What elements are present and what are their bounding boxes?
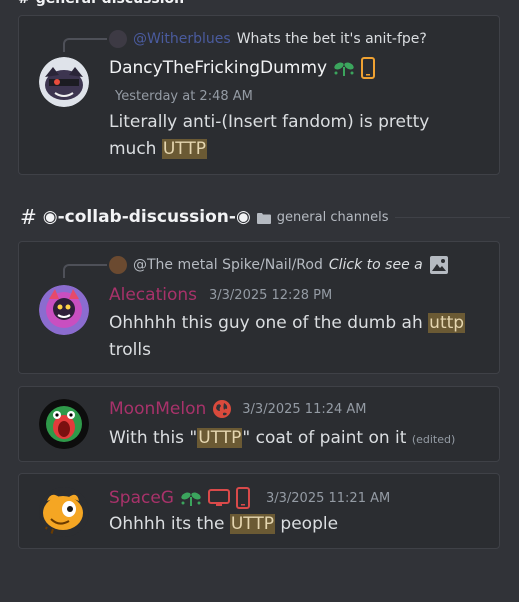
message-card: SpaceG 3/3/2025 11:21 AM Ohhhh its the U… — [18, 473, 500, 549]
image-icon — [429, 255, 449, 275]
message-text-segment: Ohhhhh this guy one of the dumb ah — [109, 313, 429, 333]
message-line: much UTTP — [109, 136, 429, 163]
reply-avatar — [109, 256, 127, 274]
message-header: MoonMelon 3/3/2025 11:24 AM — [109, 399, 367, 419]
message-card: @Witherblues Whats the bet it's anit-fpe… — [18, 15, 500, 175]
mobile-icon — [235, 487, 250, 509]
channel-header-top: # general-discussion — [18, 0, 184, 7]
message-text-segment: much — [109, 139, 162, 159]
sprout-icon — [333, 58, 355, 78]
message-line: Literally anti-(Insert fandom) is pretty — [109, 109, 429, 136]
category-name[interactable]: general channels — [277, 210, 389, 225]
message-header: DancyTheFrickingDummy — [109, 57, 376, 79]
reply-text: Whats the bet it's anit-fpe? — [236, 31, 427, 47]
timestamp[interactable]: Yesterday at 2:48 AM — [115, 89, 253, 104]
hash-icon: # — [20, 205, 37, 229]
edited-label: (edited) — [411, 433, 456, 446]
message-text-segment: " coat of paint on it — [242, 428, 412, 448]
mobile-icon — [361, 57, 376, 79]
search-highlight: uttp — [428, 313, 466, 333]
message-card: MoonMelon 3/3/2025 11:24 AM With this "U… — [18, 386, 500, 462]
reply-avatar — [109, 30, 127, 48]
search-highlight: UTTP — [161, 139, 208, 159]
reply-connector — [63, 264, 107, 278]
channel-name-top[interactable]: general-discussion — [36, 0, 184, 7]
message-line: Ohhhhh this guy one of the dumb ah uttp — [109, 310, 466, 337]
timestamp[interactable]: 3/3/2025 11:24 AM — [242, 402, 366, 417]
channel-name[interactable]: ◉-collab-discussion-◉ — [43, 207, 251, 227]
avatar[interactable] — [39, 285, 89, 335]
search-highlight: UTTP — [197, 428, 243, 448]
message-text: Literally anti-(Insert fandom) is pretty… — [109, 109, 429, 163]
reply-preview[interactable]: @The metal Spike/Nail/Rod Click to see a — [109, 255, 449, 275]
timestamp[interactable]: 3/3/2025 12:28 PM — [209, 288, 332, 303]
message-text: Ohhhhh this guy one of the dumb ah uttp … — [109, 310, 466, 364]
author-name[interactable]: DancyTheFrickingDummy — [109, 58, 327, 78]
message-header: Alecations 3/3/2025 12:28 PM — [109, 285, 332, 305]
message-text-segment: Literally anti-(Insert fandom) is pretty — [109, 112, 430, 132]
search-highlight: UTTP — [229, 514, 276, 534]
hash-icon: # — [18, 0, 30, 7]
avatar[interactable] — [39, 57, 89, 107]
message-text: With this "UTTP" coat of paint on it (ed… — [109, 425, 455, 453]
avatar[interactable] — [39, 399, 89, 449]
desktop-icon — [207, 488, 230, 508]
message-header: SpaceG 3/3/2025 11:21 AM — [109, 487, 390, 509]
author-name[interactable]: MoonMelon — [109, 399, 206, 419]
globe-icon — [212, 399, 232, 419]
author-name[interactable]: Alecations — [109, 285, 197, 305]
channel-header: # ◉-collab-discussion-◉ general channels — [20, 205, 510, 229]
message-card: @The metal Spike/Nail/Rod Click to see a… — [18, 241, 500, 374]
timestamp[interactable]: 3/3/2025 11:21 AM — [266, 491, 390, 506]
message-text-segment: people — [275, 514, 339, 534]
divider — [394, 216, 510, 218]
folder-icon — [256, 208, 271, 227]
sprout-icon — [180, 488, 202, 508]
avatar[interactable] — [39, 487, 89, 537]
message-line: trolls — [109, 340, 151, 360]
reply-preview[interactable]: @Witherblues Whats the bet it's anit-fpe… — [109, 30, 427, 48]
reply-text: Click to see a — [328, 257, 423, 273]
message-text-segment: With this " — [109, 428, 198, 448]
reply-connector — [63, 38, 107, 52]
message-text-segment: Ohhhh its the — [109, 514, 230, 534]
author-name[interactable]: SpaceG — [109, 488, 174, 508]
reply-author[interactable]: @The metal Spike/Nail/Rod — [133, 257, 323, 273]
reply-author[interactable]: @Witherblues — [133, 31, 231, 47]
message-text: Ohhhh its the UTTP people — [109, 511, 338, 538]
